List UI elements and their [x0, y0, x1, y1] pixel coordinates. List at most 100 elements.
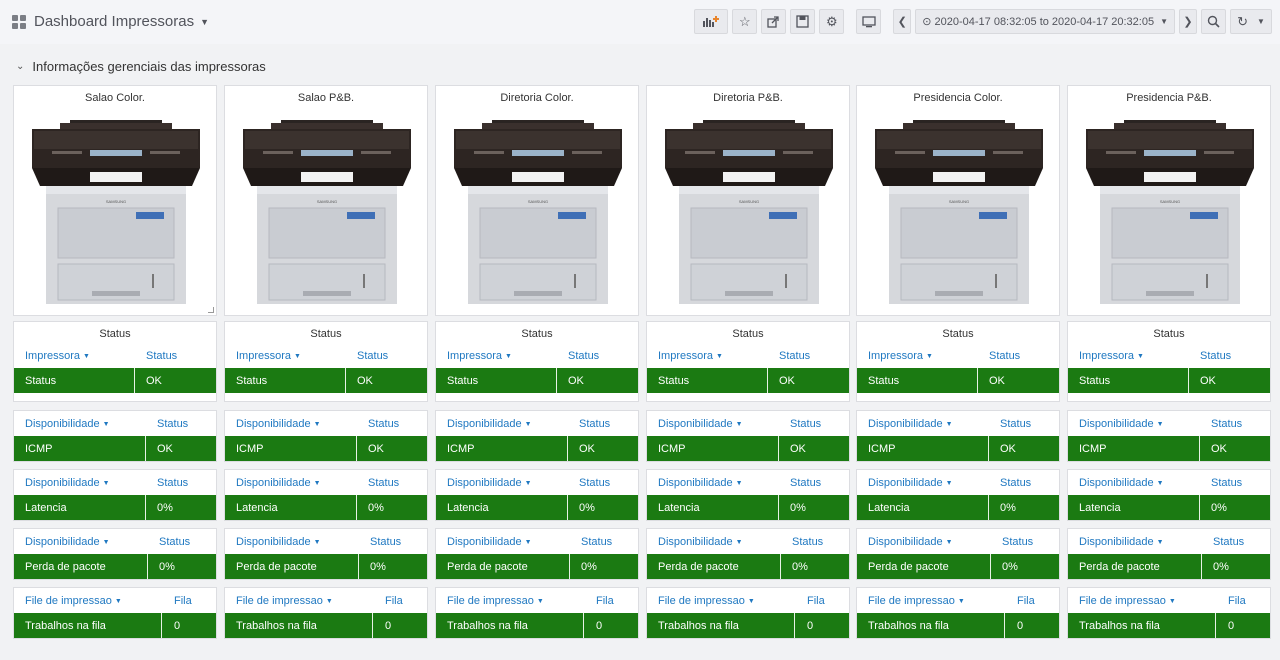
column-header[interactable]: Impressora ▼	[1079, 350, 1144, 362]
column-header[interactable]: Disponibilidade ▼	[868, 477, 953, 489]
chevron-right-icon: ❯	[1183, 16, 1193, 28]
column-header[interactable]: Disponibilidade ▼	[236, 418, 321, 430]
column-header[interactable]: Status	[146, 350, 177, 362]
column-header[interactable]: Disponibilidade ▼	[25, 477, 110, 489]
column-header[interactable]: Status	[579, 418, 610, 430]
time-back-button[interactable]: ❮	[893, 9, 912, 34]
column-header[interactable]: Disponibilidade ▼	[868, 418, 953, 430]
printer-image-panel: Diretoria P&B. SAMSUNG	[646, 85, 850, 316]
column-header[interactable]: Fila	[596, 595, 614, 607]
metric-value: 0%	[790, 502, 806, 514]
column-header[interactable]: Status	[159, 536, 190, 548]
add-panel-button[interactable]	[694, 9, 729, 34]
column-header[interactable]: Status	[370, 536, 401, 548]
column-header[interactable]: Status	[1211, 477, 1242, 489]
column-header[interactable]: Fila	[1017, 595, 1035, 607]
tv-mode-button[interactable]	[856, 9, 882, 34]
column-header[interactable]: File de impressao ▼	[868, 595, 965, 607]
column-header[interactable]: Status	[368, 418, 399, 430]
save-button[interactable]	[790, 9, 816, 34]
column-header[interactable]: Disponibilidade ▼	[1079, 536, 1164, 548]
column-header[interactable]: Disponibilidade ▼	[658, 536, 743, 548]
column-header[interactable]: Status	[579, 477, 610, 489]
column-header[interactable]: Fila	[174, 595, 192, 607]
table-header: Impressora ▼ Status	[225, 345, 427, 365]
column-header[interactable]: Impressora ▼	[25, 350, 90, 362]
column-header[interactable]: Impressora ▼	[658, 350, 723, 362]
metric-name: Trabalhos na fila	[868, 620, 949, 632]
column-header[interactable]: Status	[157, 477, 188, 489]
column-header[interactable]: File de impressao ▼	[25, 595, 122, 607]
column-header[interactable]: Disponibilidade ▼	[25, 418, 110, 430]
dashboard-picker[interactable]: Dashboard Impressoras ▼	[12, 13, 209, 30]
column-header[interactable]: Disponibilidade ▼	[447, 536, 532, 548]
icmp-panel: Disponibilidade ▼ Status ICMP OK	[13, 410, 217, 462]
column-header[interactable]: Disponibilidade ▼	[236, 536, 321, 548]
table-row: Status OK	[436, 368, 638, 393]
column-header[interactable]: Impressora ▼	[236, 350, 301, 362]
metric-name: Status	[236, 375, 268, 387]
column-header[interactable]: Impressora ▼	[868, 350, 933, 362]
column-header[interactable]: Status	[1211, 418, 1242, 430]
metric-value: OK	[368, 443, 384, 455]
column-header[interactable]: Disponibilidade ▼	[447, 418, 532, 430]
column-header[interactable]: Disponibilidade ▼	[868, 536, 953, 548]
column-header[interactable]: File de impressao ▼	[658, 595, 755, 607]
column-header[interactable]: Status	[1000, 477, 1031, 489]
metric-value: 0	[1017, 620, 1024, 632]
row-header[interactable]: ⌄ Informações gerenciais das impressoras	[16, 59, 266, 74]
column-header[interactable]: Status	[368, 477, 399, 489]
print-queue-panel: File de impressao ▼ Fila Trabalhos na fil…	[435, 587, 639, 639]
panel-title: Status	[99, 328, 131, 340]
column-header[interactable]: Status	[1213, 536, 1244, 548]
column-header[interactable]: Fila	[807, 595, 825, 607]
time-forward-button[interactable]: ❯	[1179, 9, 1197, 34]
column-header[interactable]: Disponibilidade ▼	[658, 418, 743, 430]
column-header[interactable]: Disponibilidade ▼	[658, 477, 743, 489]
column-header[interactable]: Status	[1002, 536, 1033, 548]
zoom-out-button[interactable]	[1201, 9, 1226, 34]
column-header[interactable]: Fila	[1228, 595, 1246, 607]
caret-down-icon: ▼	[313, 421, 321, 428]
column-header[interactable]: Status	[568, 350, 599, 362]
table-row: ICMP OK	[14, 436, 216, 461]
icmp-panel: Disponibilidade ▼ Status ICMP OK	[435, 410, 639, 462]
metric-value: 0	[596, 620, 603, 632]
column-header[interactable]: Disponibilidade ▼	[1079, 418, 1164, 430]
share-button[interactable]	[761, 9, 787, 34]
column-header[interactable]: Status	[1000, 418, 1031, 430]
table-row: Perda de pacote 0%	[14, 554, 216, 579]
column-header[interactable]: Disponibilidade ▼	[447, 477, 532, 489]
column-header[interactable]: Disponibilidade ▼	[25, 536, 110, 548]
caret-down-icon: ▼	[945, 480, 953, 487]
column-header[interactable]: File de impressao ▼	[447, 595, 544, 607]
column-header[interactable]: Status	[357, 350, 388, 362]
column-header[interactable]: Status	[989, 350, 1020, 362]
metric-name: Perda de pacote	[236, 561, 317, 573]
star-button[interactable]: ☆	[732, 9, 758, 34]
panel-title: Presidencia Color.	[913, 92, 1003, 104]
time-picker-button[interactable]: ⊙ 2020-04-17 08:32:05 to 2020-04-17 20:3…	[915, 9, 1175, 34]
column-header[interactable]: Impressora ▼	[447, 350, 512, 362]
column-header[interactable]: Status	[157, 418, 188, 430]
settings-button[interactable]: ⚙	[819, 9, 845, 34]
column-header[interactable]: Fila	[385, 595, 403, 607]
column-header[interactable]: Disponibilidade ▼	[236, 477, 321, 489]
column-header[interactable]: Status	[790, 418, 821, 430]
column-header[interactable]: Status	[1200, 350, 1231, 362]
metric-value: OK	[146, 375, 162, 387]
print-queue-panel: File de impressao ▼ Fila Trabalhos na fil…	[224, 587, 428, 639]
table-row: Status OK	[1068, 368, 1270, 393]
column-header[interactable]: File de impressao ▼	[236, 595, 333, 607]
column-header[interactable]: Status	[779, 350, 810, 362]
caret-down-icon: ▼	[114, 598, 122, 605]
column-header[interactable]: Status	[790, 477, 821, 489]
column-header[interactable]: Status	[581, 536, 612, 548]
column-header[interactable]: Disponibilidade ▼	[1079, 477, 1164, 489]
table-row: Perda de pacote 0%	[1068, 554, 1270, 579]
resize-handle[interactable]	[208, 307, 214, 313]
column-header[interactable]: Status	[792, 536, 823, 548]
refresh-button[interactable]: ↻ ▼	[1230, 9, 1272, 34]
dashboard-title[interactable]: Dashboard Impressoras	[34, 13, 194, 30]
column-header[interactable]: File de impressao ▼	[1079, 595, 1176, 607]
